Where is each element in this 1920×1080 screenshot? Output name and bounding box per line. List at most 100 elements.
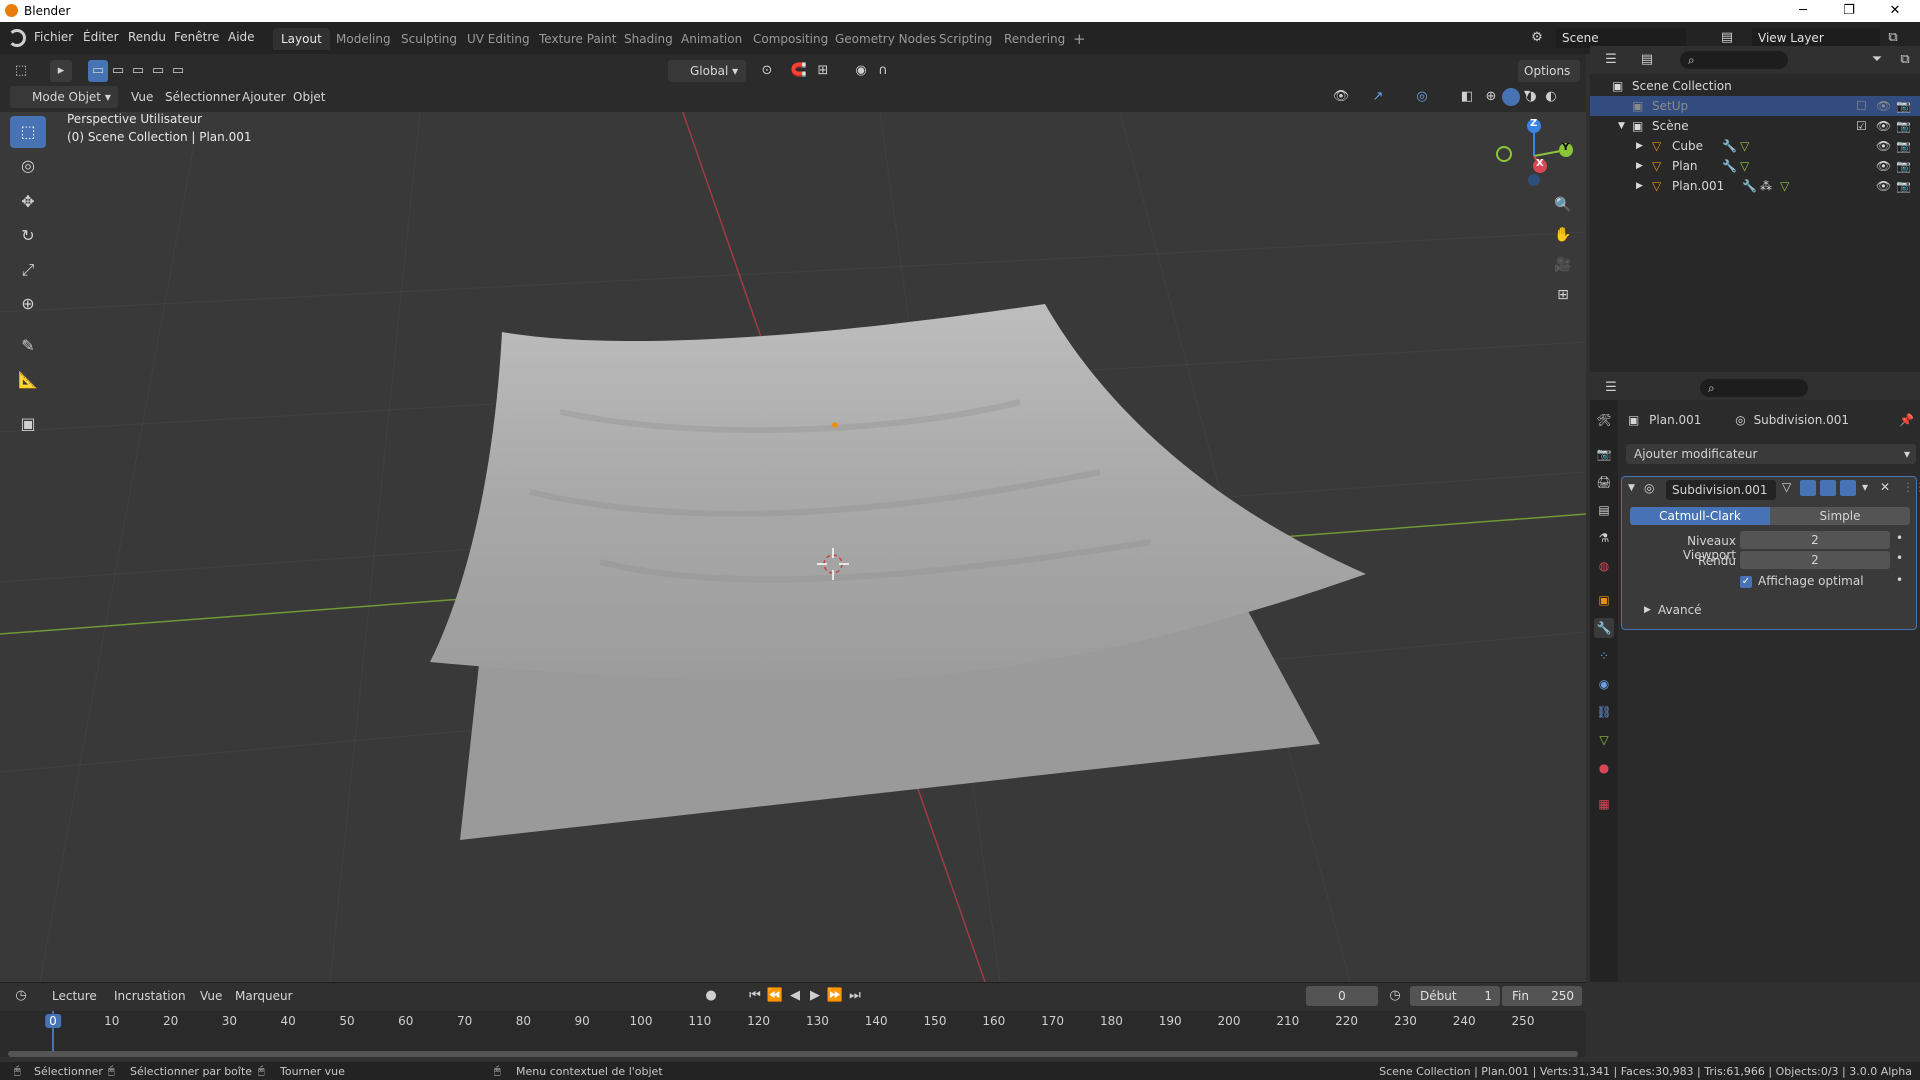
proportional-edit-icon[interactable]: ◉ xyxy=(850,60,872,82)
camera-view-icon[interactable]: 🎥 xyxy=(1552,254,1574,276)
outliner-row-plan[interactable]: ▶ ▽ Plan 🔧 ▽ 👁 📷 xyxy=(1590,156,1920,176)
add-workspace-button[interactable]: + xyxy=(1065,28,1094,50)
prev-keyframe-icon[interactable]: ⏪ xyxy=(764,985,786,1007)
pivot-point-icon[interactable]: ⊙ xyxy=(756,60,778,82)
select-mode-new-icon[interactable]: ▭ xyxy=(88,60,108,82)
menu-keying[interactable]: Incrustation xyxy=(114,985,186,1007)
data-tab-icon[interactable]: ▽ xyxy=(1594,730,1614,750)
measure-tool-icon[interactable]: 📐 xyxy=(10,364,46,396)
scene-selector-icon[interactable]: ⚙ xyxy=(1526,27,1548,49)
show-viewport-icon[interactable] xyxy=(1820,480,1836,496)
tab-scripting[interactable]: Scripting xyxy=(931,28,1000,50)
preview-range-icon[interactable]: ◷ xyxy=(1384,985,1406,1007)
jump-start-icon[interactable]: ⏮ xyxy=(744,985,766,1007)
pin-icon[interactable]: 📌 xyxy=(1899,410,1914,430)
modifier-wrench-icon[interactable]: 🔧 xyxy=(1722,156,1737,176)
snap-icon[interactable]: 🧲 xyxy=(788,60,810,82)
menu-object[interactable]: Objet xyxy=(293,86,325,108)
select-tool-icon[interactable]: ▸ xyxy=(50,60,72,82)
new-collection-icon[interactable]: ⧉ xyxy=(1894,49,1916,71)
modifier-wrench-icon[interactable]: 🔧 xyxy=(1742,176,1757,196)
options-dropdown[interactable]: Options ▾ xyxy=(1518,60,1580,100)
shading-wireframe-icon[interactable]: ⊕ xyxy=(1480,86,1502,108)
transform-orientation-dropdown[interactable]: Global ▾ xyxy=(668,60,746,82)
advanced-subpanel-label[interactable]: Avancé xyxy=(1658,603,1702,617)
expand-arrow-icon[interactable]: ▶ xyxy=(1636,136,1643,156)
pan-hand-icon[interactable]: ✋ xyxy=(1552,224,1574,246)
tab-animation[interactable]: Animation xyxy=(673,28,750,50)
render-levels-field[interactable]: 2 xyxy=(1740,551,1890,569)
exclude-checkbox-icon[interactable]: ☑ xyxy=(1856,116,1867,136)
overlays-icon[interactable]: ◎ xyxy=(1411,86,1433,108)
filter-icon[interactable]: ⏷ xyxy=(1866,49,1888,71)
material-tab-icon[interactable]: ● xyxy=(1594,758,1614,778)
mesh-data-icon[interactable]: ▽ xyxy=(1780,176,1789,196)
outliner-row-plan-001[interactable]: ▶ ▽ Plan.001 🔧 ⁂ ▽ 👁 📷 xyxy=(1590,176,1920,196)
visibility-eye-icon[interactable]: 👁 xyxy=(1876,136,1891,156)
start-frame-field[interactable]: Début 1 xyxy=(1410,986,1500,1006)
show-in-editmode-icon[interactable] xyxy=(1800,480,1816,496)
menu-playback[interactable]: Lecture xyxy=(52,985,97,1007)
render-camera-icon[interactable]: 📷 xyxy=(1896,156,1911,176)
menu-timeline-view[interactable]: Vue xyxy=(200,985,222,1007)
physics-icon[interactable]: ⁂ xyxy=(1760,176,1772,196)
tab-rendering[interactable]: Rendering xyxy=(996,28,1073,50)
add-modifier-dropdown[interactable]: Ajouter modificateur ▾ xyxy=(1626,444,1916,464)
remove-modifier-icon[interactable]: ✕ xyxy=(1880,480,1890,494)
physics-tab-icon[interactable]: ◉ xyxy=(1594,674,1614,694)
view-layer-field[interactable]: View Layer xyxy=(1752,28,1880,48)
world-tab-icon[interactable]: ◍ xyxy=(1594,556,1614,576)
play-reverse-icon[interactable]: ◀ xyxy=(784,985,806,1007)
menu-select[interactable]: Sélectionner xyxy=(165,86,240,108)
rotate-tool-icon[interactable]: ↻ xyxy=(10,220,46,252)
minimize-button[interactable]: ─ xyxy=(1780,0,1826,22)
menu-window[interactable]: Fenêtre xyxy=(174,30,219,44)
display-mode-icon[interactable]: ▤ xyxy=(1636,49,1658,71)
modifier-menu-chevron-icon[interactable]: ▾ xyxy=(1862,480,1868,494)
object-tab-icon[interactable]: ▣ xyxy=(1594,590,1614,610)
tab-modeling[interactable]: Modeling xyxy=(328,28,399,50)
render-camera-icon[interactable]: 📷 xyxy=(1896,116,1911,136)
drag-handle-icon[interactable]: ⋮⋮ xyxy=(1902,480,1920,494)
menu-add[interactable]: Ajouter xyxy=(242,86,286,108)
blender-menu-icon[interactable] xyxy=(8,29,26,47)
auto-keying-icon[interactable]: ● xyxy=(700,985,722,1007)
tab-compositing[interactable]: Compositing xyxy=(745,28,836,50)
outliner-row-cube[interactable]: ▶ ▽ Cube 🔧 ▽ 👁 📷 xyxy=(1590,136,1920,156)
viewport-levels-field[interactable]: 2 xyxy=(1740,531,1890,549)
keyframe-dot-icon[interactable]: • xyxy=(1896,551,1903,565)
view-layer-tab-icon[interactable]: ▤ xyxy=(1594,500,1614,520)
output-tab-icon[interactable]: 🖨 xyxy=(1594,472,1614,492)
jump-end-icon[interactable]: ⏭ xyxy=(844,985,866,1007)
mesh-data-icon[interactable]: ▽ xyxy=(1740,136,1749,156)
select-mode-invert-icon[interactable]: ▭ xyxy=(148,60,168,82)
optimal-display-checkbox[interactable]: ✓ xyxy=(1740,576,1752,588)
current-frame-field[interactable]: 0 xyxy=(1306,986,1378,1006)
select-box-tool-icon[interactable]: ⬚ xyxy=(10,116,46,148)
expand-arrow-icon[interactable]: ▶ xyxy=(1636,176,1643,196)
modifier-name-field[interactable]: Subdivision.001 xyxy=(1666,480,1776,500)
outliner-editor-icon[interactable]: ☰ xyxy=(1600,49,1622,71)
expand-arrow-icon[interactable]: ▶ xyxy=(1644,605,1651,615)
annotate-tool-icon[interactable]: ✎ xyxy=(10,330,46,362)
menu-edit[interactable]: Éditer xyxy=(83,30,119,44)
mesh-data-icon[interactable]: ▽ xyxy=(1740,156,1749,176)
timeline-scrollbar[interactable] xyxy=(8,1051,1578,1057)
collapse-arrow-icon[interactable]: ▼ xyxy=(1628,483,1635,493)
tab-shading[interactable]: Shading xyxy=(616,28,681,50)
outliner-row-scene[interactable]: ▼ ▣ Scène ☑ 👁 📷 xyxy=(1590,116,1920,136)
move-tool-icon[interactable]: ✥ xyxy=(10,186,46,218)
transform-tool-icon[interactable]: ⊕ xyxy=(10,288,46,320)
outliner-search-input[interactable]: ⌕ xyxy=(1680,51,1788,69)
render-tab-icon[interactable]: 📷 xyxy=(1594,444,1614,464)
expand-arrow-icon[interactable]: ▼ xyxy=(1618,116,1625,136)
scene-name-field[interactable]: Scene xyxy=(1556,28,1686,48)
modifier-wrench-icon[interactable]: 🔧 xyxy=(1722,136,1737,156)
shading-solid-icon[interactable] xyxy=(1502,88,1520,106)
navigation-gizmo[interactable]: Z Y X xyxy=(1490,112,1574,196)
menu-view[interactable]: Vue xyxy=(131,86,153,108)
texture-tab-icon[interactable]: ▦ xyxy=(1594,794,1614,814)
play-icon[interactable]: ▶ xyxy=(804,985,826,1007)
visibility-eye-icon[interactable]: 👁 xyxy=(1876,96,1891,116)
perspective-toggle-icon[interactable]: ⊞ xyxy=(1552,284,1574,306)
